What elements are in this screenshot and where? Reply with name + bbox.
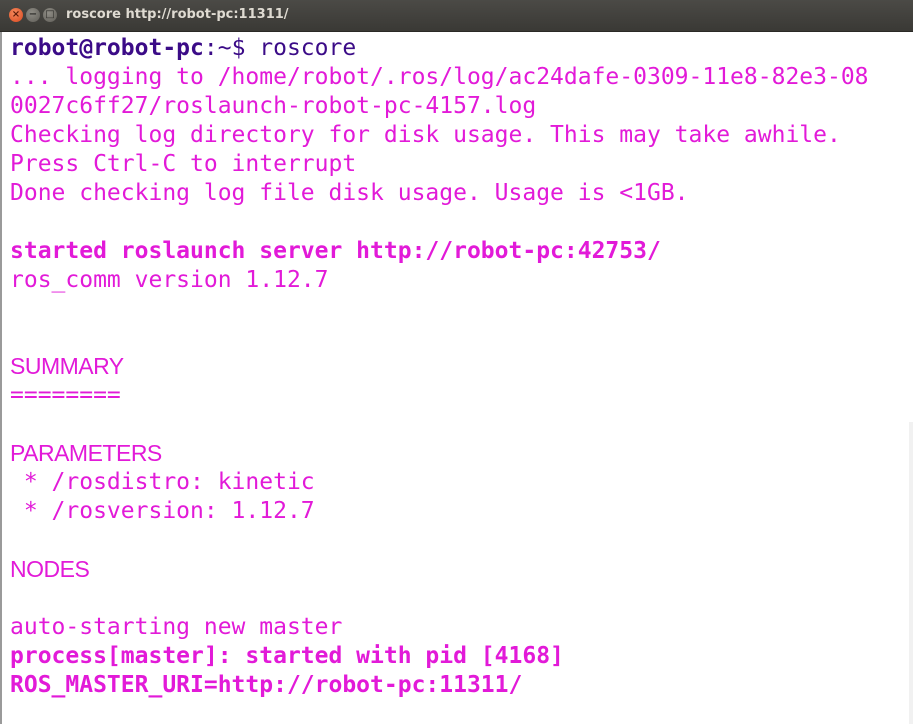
log-line-version: ros_comm version 1.12.7 xyxy=(10,267,329,293)
log-line-logfile: 0027c6ff27/roslaunch-robot-pc-4157.log xyxy=(10,93,537,119)
window-title: roscore http://robot-pc:11311/ xyxy=(66,7,289,22)
close-button[interactable]: × xyxy=(9,8,23,22)
summary-heading: SUMMARY xyxy=(10,353,124,379)
log-line-master: auto-starting new master xyxy=(10,614,343,640)
minimize-icon: − xyxy=(28,9,38,20)
minimize-button[interactable]: − xyxy=(26,8,40,22)
terminal-output[interactable]: robot@robot-pc:~$ roscore ... logging to… xyxy=(0,32,913,724)
log-line-checking: Checking log directory for disk usage. T… xyxy=(10,122,841,148)
log-line-server: started roslaunch server http://robot-pc… xyxy=(10,238,661,264)
prompt-line: robot@robot-pc:~$ roscore xyxy=(10,34,356,63)
prompt-user-host: robot@robot-pc xyxy=(10,35,204,61)
maximize-button[interactable]: □ xyxy=(43,8,57,22)
parameters-heading: PARAMETERS xyxy=(10,440,162,466)
param-rosdistro: * /rosdistro: kinetic xyxy=(10,469,315,495)
log-line-done: Done checking log file disk usage. Usage… xyxy=(10,180,689,206)
nodes-heading: NODES xyxy=(10,556,90,582)
terminal-window: × − □ roscore http://robot-pc:11311/ rob… xyxy=(0,0,913,724)
log-line-interrupt: Press Ctrl-C to interrupt xyxy=(10,151,357,177)
prompt-command: roscore xyxy=(245,35,357,61)
log-line-process: process[master]: started with pid [4168] xyxy=(10,643,564,669)
close-icon: × xyxy=(11,9,21,20)
scrollbar[interactable] xyxy=(909,422,913,724)
maximize-icon: □ xyxy=(45,9,55,20)
summary-rule: ======== xyxy=(10,382,121,408)
param-rosversion: * /rosversion: 1.12.7 xyxy=(10,498,315,524)
prompt-path: :~$ xyxy=(203,35,246,61)
log-line-master-uri: ROS_MASTER_URI=http://robot-pc:11311/ xyxy=(10,672,523,698)
log-line-logging: ... logging to /home/robot/.ros/log/ac24… xyxy=(10,64,869,90)
title-bar[interactable]: × − □ roscore http://robot-pc:11311/ xyxy=(0,0,913,32)
